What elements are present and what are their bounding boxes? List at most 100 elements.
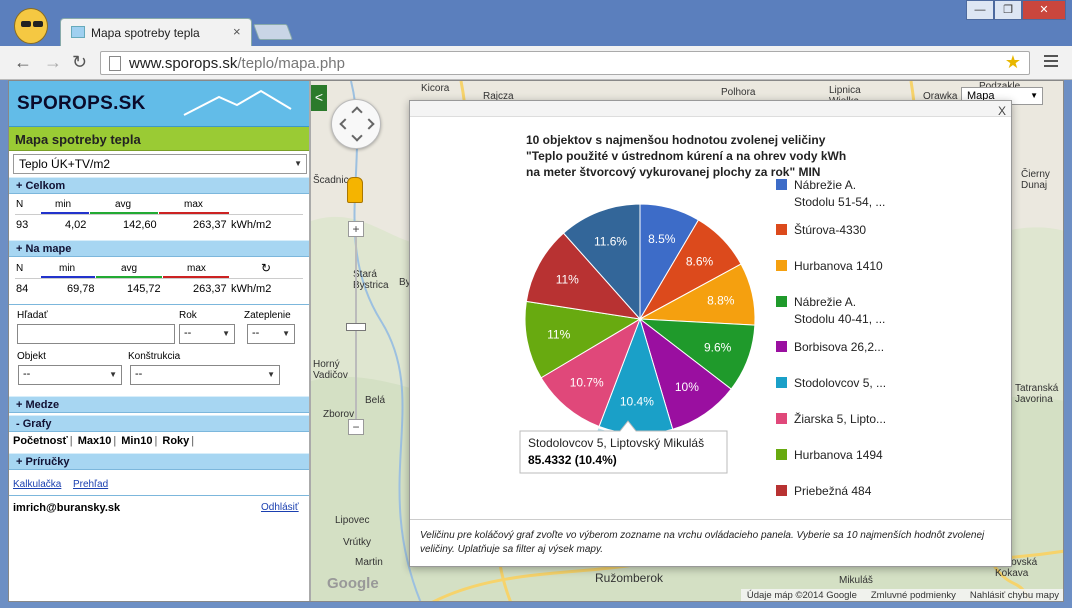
grafy-link-min10[interactable]: Min10 [121, 435, 152, 447]
logout-link[interactable]: Odhlásiť [261, 502, 299, 513]
section-medze[interactable]: + Medze [9, 396, 309, 413]
rok-select[interactable]: -- [179, 324, 235, 344]
mapa-unit: kWh/m2 [231, 283, 272, 295]
legend-label[interactable]: Stodolu 40-41, ... [794, 312, 885, 326]
konstrukcia-select[interactable]: -- [130, 365, 280, 385]
legend-label[interactable]: Žiarska 5, Lipto... [794, 411, 886, 426]
section-na-mape[interactable]: + Na mape [9, 240, 309, 257]
zoom-thumb[interactable] [346, 323, 366, 331]
address-bar[interactable]: www.sporops.sk/teplo/mapa.php ★ [100, 51, 1030, 75]
pie-slice-label: 11% [547, 328, 570, 342]
map-town: Čierny Dunaj [1021, 169, 1050, 191]
objekt-select[interactable]: -- [18, 365, 122, 385]
browser-toolbar: ← → ↻ www.sporops.sk/teplo/mapa.php ★ [0, 46, 1072, 80]
section-celkom[interactable]: + Celkom [9, 177, 309, 194]
pie-slice-label: 8.8% [707, 294, 735, 308]
celkom-unit: kWh/m2 [231, 219, 272, 231]
map-report-link[interactable]: Nahlásiť chybu mapy [970, 590, 1059, 601]
map-town: Vrútky [343, 537, 371, 548]
chart-tooltip: Stodolovcov 5, Liptovský Mikuláš 85.4332 … [519, 420, 728, 474]
browser-tab[interactable]: Mapa spotreby tepla × [60, 18, 252, 46]
map-town: Ružomberok [595, 571, 664, 585]
legend-swatch [776, 224, 787, 235]
tab-title: Mapa spotreby tepla [91, 26, 200, 40]
refresh-icon[interactable]: ↻ [261, 261, 271, 275]
zoom-slider[interactable]: + − [346, 221, 366, 435]
window-close-button[interactable]: ✕ [1022, 0, 1066, 20]
map-town: Polhora [721, 87, 756, 98]
pie-chart[interactable]: 8.5% 8.6% 8.8% 9.6% 10% 10.4% 10.7% 11% 11% 11.6%… [410, 101, 1011, 519]
reload-icon[interactable]: ↻ [72, 52, 87, 73]
mountain-logo-icon [183, 89, 292, 116]
forward-arrow-icon[interactable]: → [44, 52, 62, 73]
objekt-label: Objekt [17, 351, 46, 362]
legend-swatch [776, 179, 787, 190]
legend-label[interactable]: Priebežná 484 [794, 484, 872, 498]
legend-label[interactable]: Hurbanova 1494 [794, 448, 883, 462]
chart-popup: X 10 objektov s najmenšou hodnotou zvole… [409, 100, 1012, 567]
bookmark-star-icon[interactable]: ★ [1005, 52, 1021, 73]
legend-label[interactable]: Stodolovcov 5, ... [794, 376, 886, 390]
zoom-in-button[interactable]: + [348, 221, 364, 237]
pie-slice-label: 10.7% [570, 375, 604, 389]
legend-label[interactable]: Nábrežie A. [794, 178, 856, 192]
map-town: Horný Vadičov [313, 359, 348, 381]
tooltip-value: 85.4332 (10.4%) [528, 453, 617, 467]
pie-slice-label: 10.4% [620, 395, 654, 409]
legend-swatch [776, 377, 787, 388]
map-pan-control[interactable] [331, 99, 381, 149]
panel-title: Mapa spotreby tepla [15, 132, 141, 147]
celkom-avg: 142,60 [123, 219, 157, 231]
grafy-link-pocetnost[interactable]: Početnosť [13, 435, 68, 447]
panel-toggle-button[interactable]: < [311, 85, 327, 111]
tab-favicon-icon [71, 26, 85, 38]
legend-label[interactable]: Hurbanova 1410 [794, 259, 883, 273]
street-view-pegman-icon[interactable] [347, 177, 363, 203]
celkom-max: 263,37 [193, 219, 227, 231]
legend-swatch [776, 296, 787, 307]
search-label: Hľadať [17, 310, 48, 321]
map-terms-link[interactable]: Zmluvné podmienky [871, 590, 956, 601]
back-arrow-icon[interactable]: ← [14, 52, 32, 73]
new-tab-button[interactable] [253, 24, 293, 40]
zateplenie-select[interactable]: -- [247, 324, 295, 344]
page-icon [109, 56, 121, 71]
profile-avatar-icon[interactable] [14, 8, 48, 44]
window-minimize-button[interactable]: — [966, 0, 994, 20]
site-logo[interactable]: SPOROPS.SK [17, 93, 146, 115]
legend-swatch [776, 449, 787, 460]
prehlad-link[interactable]: Prehľad [73, 479, 108, 490]
browser-menu-icon[interactable] [1044, 52, 1058, 70]
google-logo: Google [327, 575, 379, 592]
map-footer: Údaje máp ©2014 Google Zmluvné podmienky… [740, 589, 1063, 601]
mapa-max-label: max [187, 263, 206, 274]
kalkulacka-link[interactable]: Kalkulačka [13, 479, 61, 490]
pie-slice-label: 8.6% [686, 254, 714, 268]
tab-close-icon[interactable]: × [233, 24, 241, 39]
grafy-link-roky[interactable]: Roky [162, 435, 189, 447]
legend-label[interactable]: Stodolu 51-54, ... [794, 195, 885, 209]
grafy-link-max10[interactable]: Max10 [78, 435, 112, 447]
legend-label[interactable]: Borbisova 26,2... [794, 340, 884, 354]
map-town: Martin [355, 557, 383, 568]
pan-left-icon[interactable] [339, 118, 351, 130]
pan-down-icon[interactable] [351, 130, 363, 142]
section-prirucky[interactable]: + Príručky [9, 453, 309, 470]
pan-up-icon[interactable] [351, 106, 363, 118]
pie-slice-label: 11% [556, 272, 579, 286]
legend-swatch [776, 341, 787, 352]
metric-select[interactable]: Teplo ÚK+TV/m2 [13, 154, 307, 174]
legend-label[interactable]: Nábrežie A. [794, 295, 856, 309]
tooltip-title: Stodolovcov 5, Liptovský Mikuláš [528, 436, 704, 450]
zoom-out-button[interactable]: − [348, 419, 364, 435]
section-grafy[interactable]: - Grafy [9, 415, 309, 432]
pan-right-icon[interactable] [363, 118, 375, 130]
search-input[interactable] [17, 324, 175, 344]
legend-label[interactable]: Štúrova-4330 [794, 222, 866, 237]
konstrukcia-label: Konštrukcia [128, 351, 181, 362]
celkom-min: 4,02 [65, 219, 87, 231]
mapa-avg: 145,72 [127, 283, 161, 295]
window-maximize-button[interactable]: ❐ [994, 0, 1022, 20]
mapa-min-label: min [59, 263, 76, 274]
legend-swatch [776, 260, 787, 271]
